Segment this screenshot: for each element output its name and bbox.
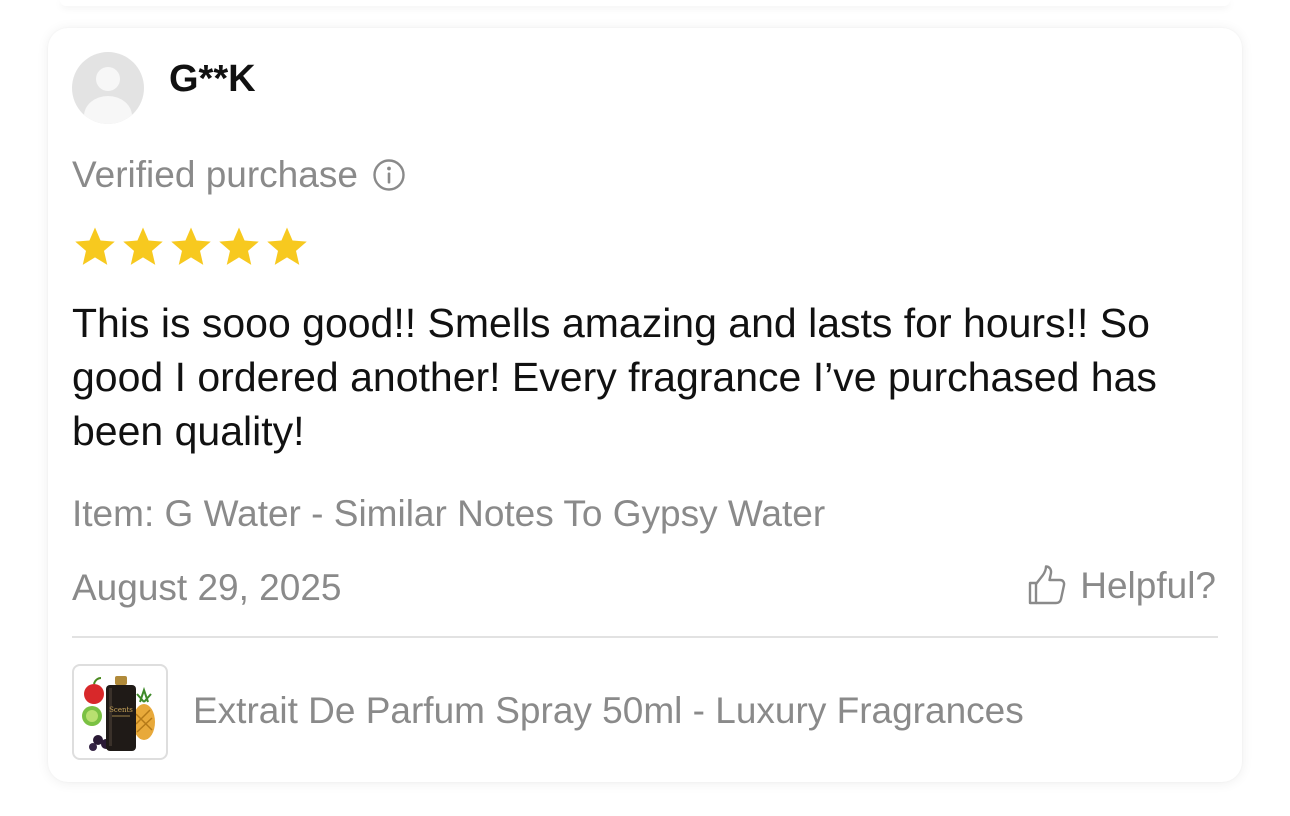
review-date: August 29, 2025 (72, 567, 342, 608)
star-icon (267, 227, 307, 265)
thumbs-up-icon (1029, 565, 1066, 605)
review-item-name: Item: G Water - Similar Notes To Gypsy W… (72, 493, 826, 534)
divider (72, 636, 1218, 638)
star-icon (171, 227, 211, 265)
reviewer-name: G**K (169, 58, 256, 100)
verified-purchase: Verified purchase (72, 152, 406, 198)
review-card: G**K Verified purchase This is sooo good… (48, 28, 1242, 782)
review-text: This is sooo good!! Smells amazing and l… (72, 300, 1157, 454)
product-thumbnail[interactable]: Scents (72, 664, 168, 760)
avatar (72, 52, 144, 124)
helpful-button[interactable]: Helpful? (1022, 563, 1216, 609)
perfume-bottle-image: Scents (82, 676, 155, 751)
star-icon (123, 227, 163, 265)
star-rating (72, 224, 310, 270)
verified-purchase-label: Verified purchase (72, 154, 358, 195)
helpful-label: Helpful? (1080, 565, 1216, 606)
product-link[interactable]: Extrait De Parfum Spray 50ml - Luxury Fr… (193, 688, 1024, 734)
star-icon (219, 227, 259, 265)
info-circle-icon[interactable] (372, 158, 406, 192)
avatar-body (84, 96, 132, 124)
previous-card-edge (60, 0, 1230, 6)
avatar-head (96, 67, 120, 91)
star-icon (75, 227, 115, 265)
bottle-brand-text: Scents (109, 706, 133, 714)
